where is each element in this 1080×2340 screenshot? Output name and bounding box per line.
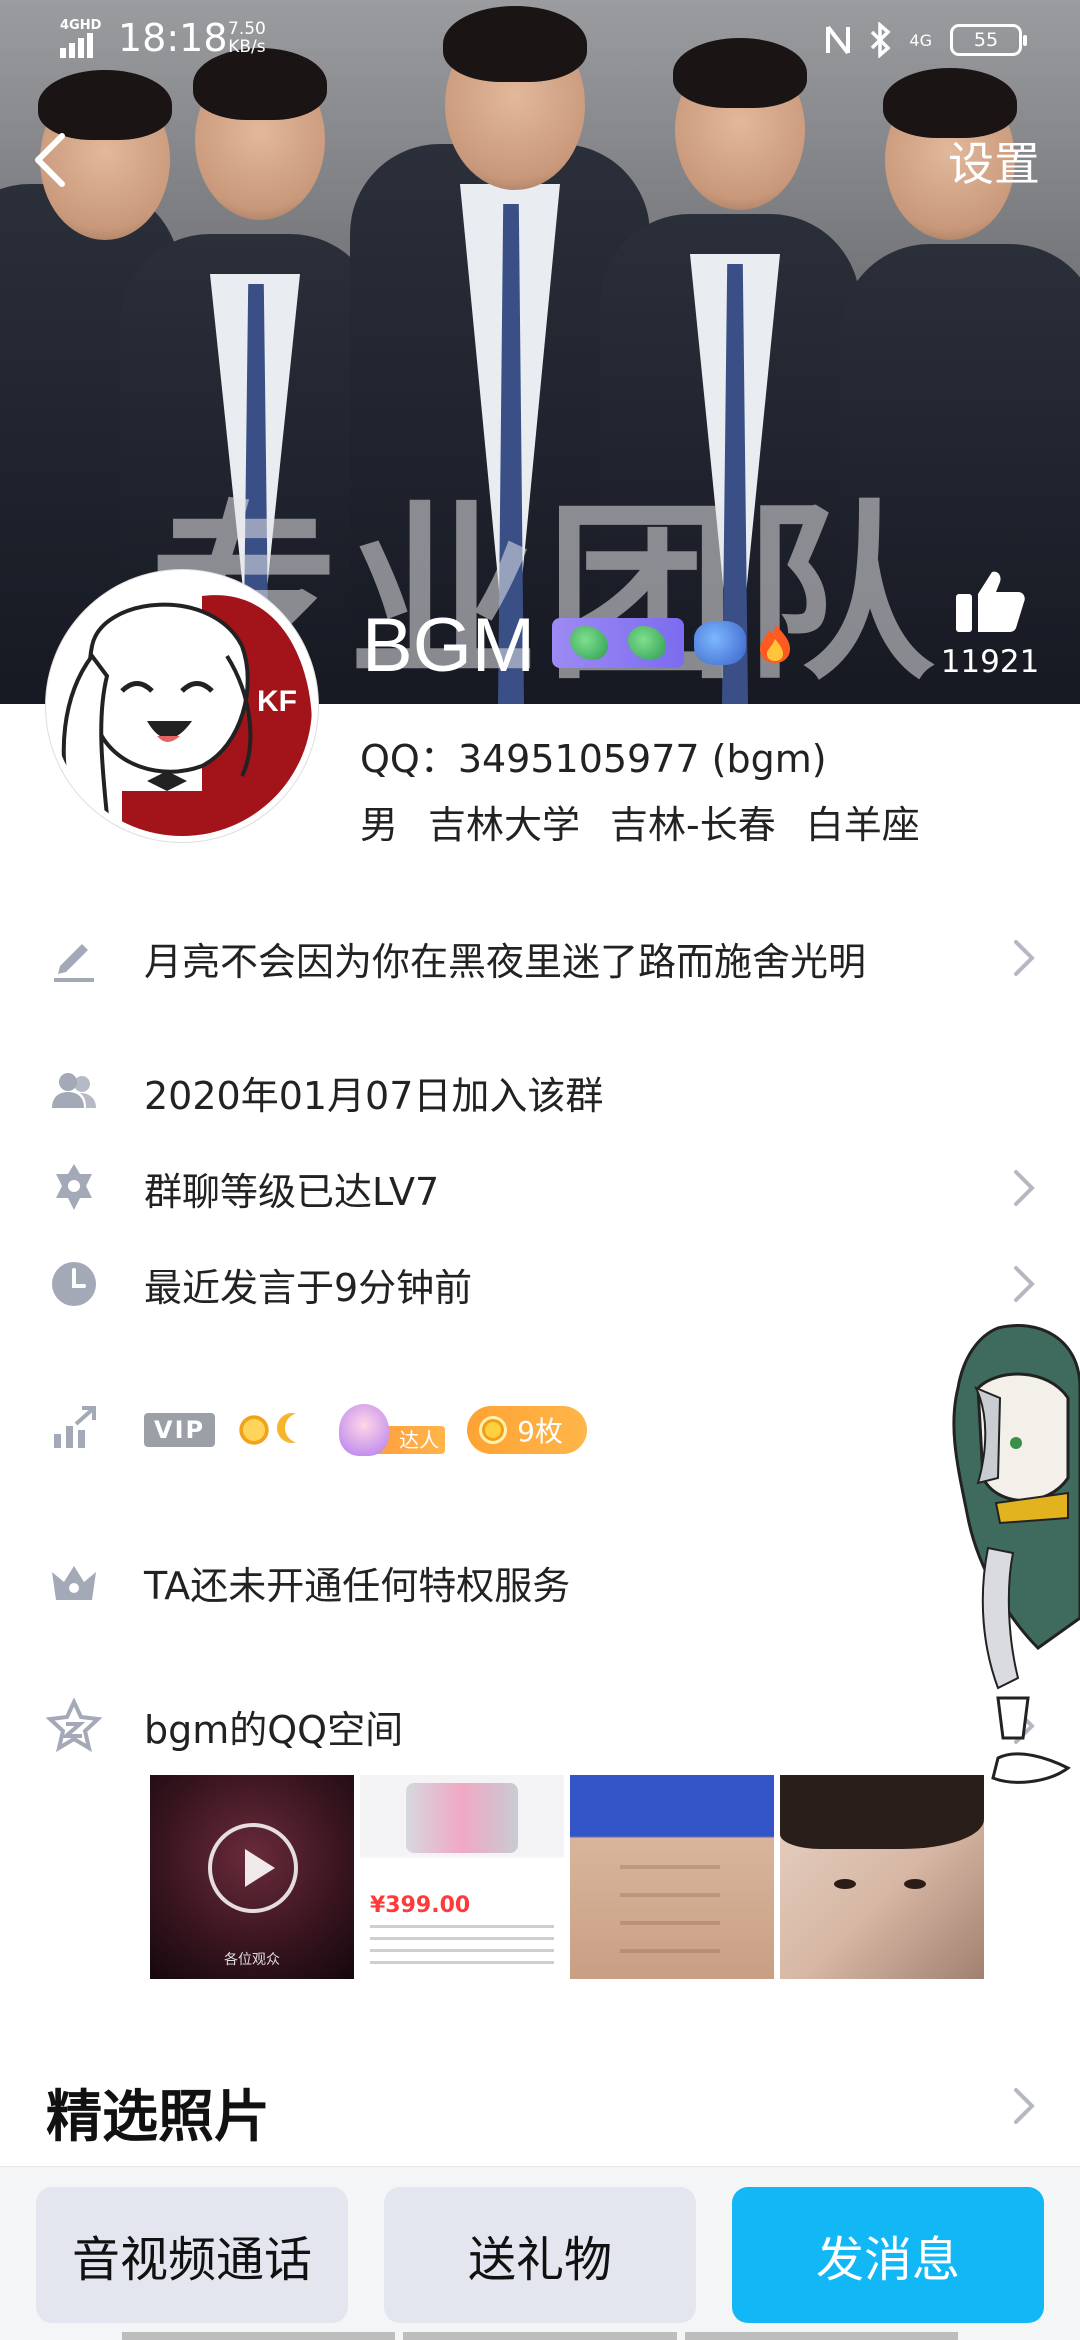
location-tag: 吉林-长春: [610, 803, 776, 847]
send-gift-button[interactable]: 送礼物: [384, 2187, 696, 2323]
privilege-text: TA还未开通任何特权服务: [144, 1563, 571, 1608]
network-type-label: 4GHD: [60, 18, 102, 33]
group-level-text: 群聊等级已达LV7: [144, 1169, 440, 1214]
growth-chart-icon: [54, 1406, 96, 1448]
qzone-star-icon: [46, 1698, 102, 1753]
last-speak-row[interactable]: 最近发言于9分钟前: [0, 1244, 1080, 1324]
medal-count-badge[interactable]: 9枚: [467, 1406, 587, 1454]
signature-text: 月亮不会因为你在黑夜里迷了路而施舍光明: [144, 939, 867, 984]
last-speak-text: 最近发言于9分钟前: [144, 1265, 473, 1310]
qzone-thumb-portrait[interactable]: [780, 1775, 984, 1979]
vip-dragon-badge-icon[interactable]: [552, 618, 684, 668]
sun-icon: [237, 1413, 272, 1447]
network-speed: 7.50 KB/s: [228, 20, 266, 56]
bluetooth-icon: [871, 22, 891, 58]
qzone-thumb-video[interactable]: 各位观众: [150, 1775, 354, 1979]
thumbs-up-icon: [956, 571, 1025, 632]
battery-level: 55: [973, 29, 999, 51]
qq-number[interactable]: QQ：3495105977 (bgm): [360, 728, 827, 783]
zodiac-tag: 白羊座: [805, 803, 920, 847]
nfc-icon: [826, 25, 851, 55]
join-date-text: 2020年01月07日加入该群: [144, 1073, 604, 1118]
qzone-text: bgm的QQ空间: [144, 1707, 404, 1752]
fire-badge-icon[interactable]: [756, 621, 794, 665]
medal-list[interactable]: VIP 达人 9枚: [144, 1404, 587, 1456]
group-members-icon: [52, 1073, 96, 1108]
nickname: BGM: [362, 603, 536, 688]
video-caption: 各位观众: [224, 1952, 280, 1968]
pencil-icon: [54, 944, 94, 982]
floating-anime-sticker[interactable]: [938, 1318, 1080, 1788]
navigation-gesture-bar[interactable]: [122, 2332, 958, 2340]
chevron-right-icon: [1014, 940, 1035, 976]
settings-button[interactable]: 设置: [948, 128, 1040, 194]
star-badge-icon: [56, 1164, 92, 1210]
medal-count-text: 9枚: [517, 1415, 563, 1448]
gender-tag: 男: [360, 803, 399, 847]
qzone-thumb-product[interactable]: ¥399.00: [360, 1775, 564, 1979]
chevron-right-icon[interactable]: [1012, 2086, 1036, 2126]
name-badges[interactable]: [552, 618, 794, 668]
send-message-button[interactable]: 发消息: [732, 2187, 1044, 2323]
clock-icon: [52, 1262, 96, 1306]
mobile-data-label: 4G: [909, 30, 932, 50]
status-bar: 4GHD 18:18 7.50 KB/s 4G 55: [0, 0, 1080, 84]
daren-medal[interactable]: 达人: [337, 1404, 446, 1456]
network-speed-unit: KB/s: [228, 37, 266, 57]
featured-photos-title[interactable]: 精选照片: [46, 2072, 270, 2153]
qzone-row[interactable]: bgm的QQ空间: [0, 1686, 1080, 1766]
like-button[interactable]: 11921: [940, 568, 1040, 680]
product-price: ¥399.00: [370, 1893, 471, 1918]
dragon-badge-icon[interactable]: [694, 621, 746, 665]
back-arrow-icon[interactable]: [30, 130, 70, 190]
coin-icon: [479, 1416, 508, 1444]
network-speed-value: 7.50: [228, 19, 266, 39]
like-count: 11921: [940, 644, 1040, 680]
play-icon: [208, 1823, 298, 1913]
svg-text:KF: KF: [257, 685, 297, 718]
join-date-row: 2020年01月07日加入该群: [0, 1052, 1080, 1132]
status-time: 18:18: [118, 16, 228, 60]
moon-icon: [285, 1413, 315, 1443]
profile-tags: 男 吉林大学 吉林-长春 白羊座: [360, 794, 920, 849]
group-level-row[interactable]: 群聊等级已达LV7: [0, 1148, 1080, 1228]
sun-moon-level-icon[interactable]: [237, 1413, 315, 1447]
qzone-thumb-photo[interactable]: [570, 1775, 774, 1979]
school-tag: 吉林大学: [428, 803, 581, 847]
qzone-thumbnails[interactable]: 各位观众 ¥399.00: [150, 1775, 984, 1979]
avatar[interactable]: KF: [46, 570, 318, 842]
signature-row[interactable]: 月亮不会因为你在黑夜里迷了路而施舍光明: [0, 918, 1080, 998]
bottom-action-bar: 音视频通话 送礼物 发消息: [0, 2166, 1080, 2340]
chevron-right-icon: [1014, 1266, 1035, 1302]
chevron-right-icon: [1014, 1170, 1035, 1206]
privilege-row[interactable]: TA还未开通任何特权服务: [0, 1542, 1080, 1622]
cellular-signal-icon: 4GHD: [58, 18, 108, 58]
vip-medal[interactable]: VIP: [144, 1413, 216, 1447]
crown-icon: [52, 1566, 96, 1600]
winged-phone-icon: [339, 1404, 390, 1456]
battery-icon: 55: [950, 24, 1027, 56]
av-call-button[interactable]: 音视频通话: [36, 2187, 348, 2323]
